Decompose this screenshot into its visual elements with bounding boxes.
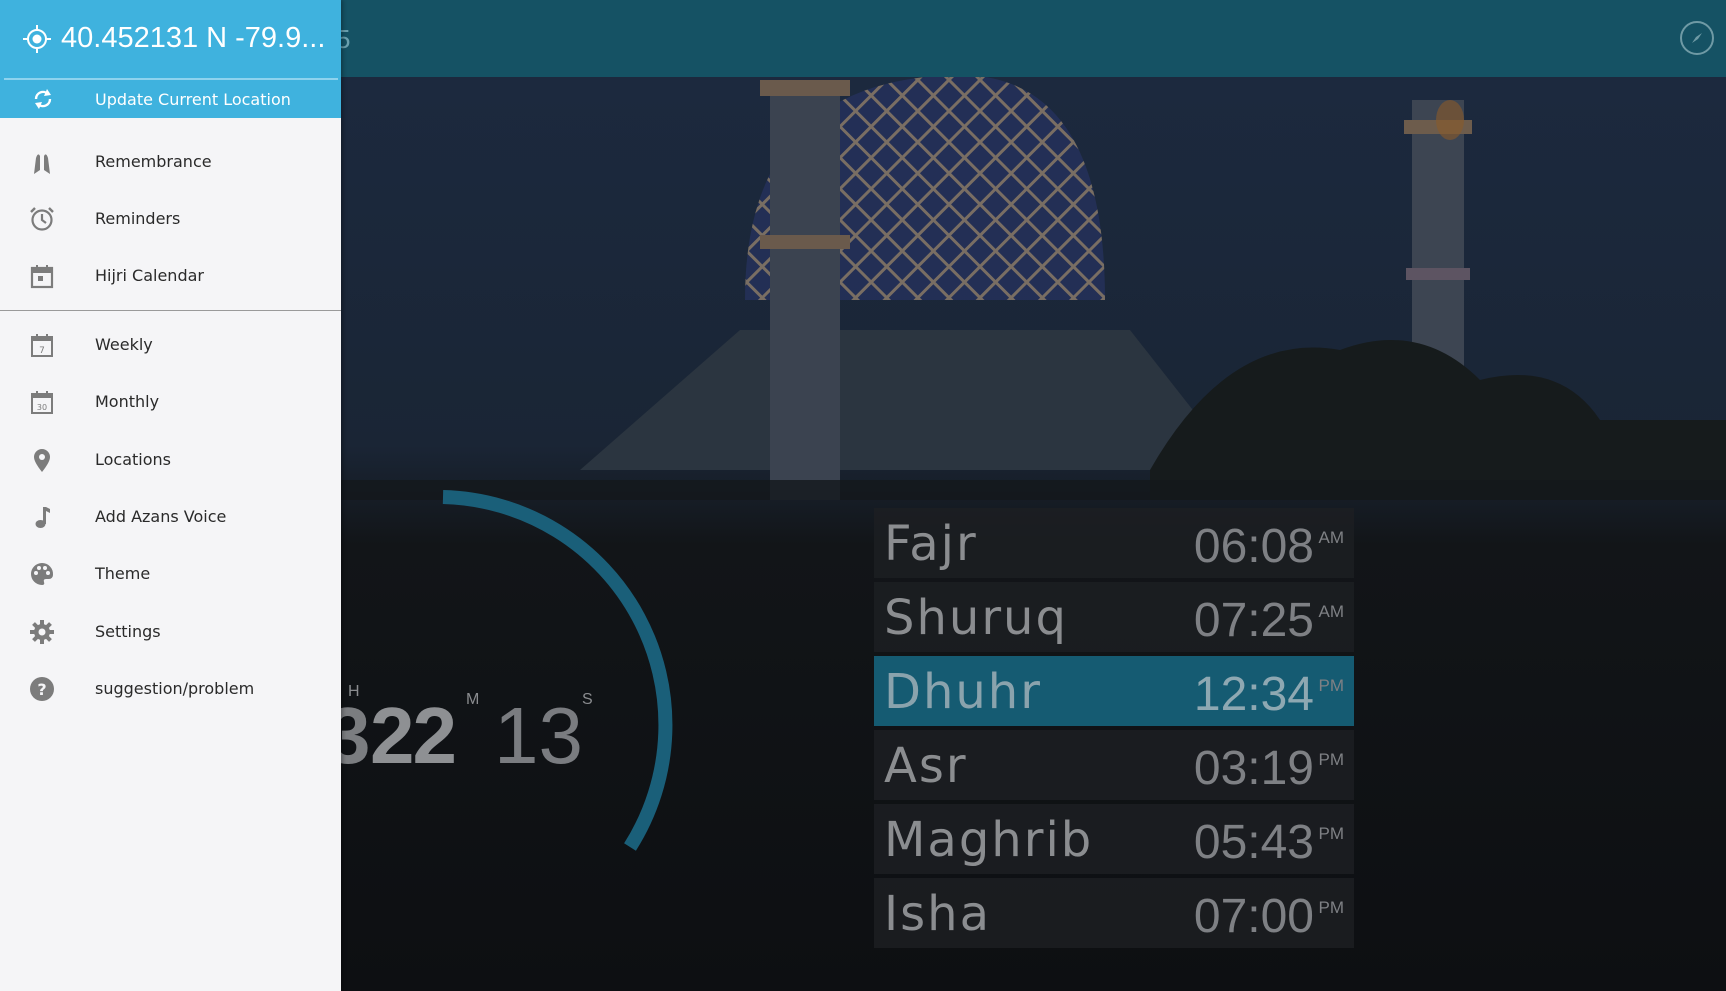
help-icon: ?	[30, 677, 54, 701]
menu-label: Monthly	[95, 392, 160, 411]
prayer-time: 03:19	[1193, 742, 1314, 795]
map-pin-icon	[34, 449, 50, 472]
menu-label: Reminders	[95, 209, 181, 228]
drawer-header: 40.452131 N -79.9... Update Current Loca…	[0, 0, 341, 118]
countdown-seconds: 13	[494, 691, 583, 780]
prayer-time: 12:34	[1193, 668, 1314, 721]
menu-item-remembrance[interactable]: Remembrance	[0, 134, 341, 190]
prayer-row-fajr[interactable]: Fajr 06:08 AM	[874, 508, 1354, 578]
prayer-row-asr[interactable]: Asr 03:19 PM	[874, 730, 1354, 800]
prayer-times-table: Fajr 06:08 AM Shuruq 07:25 AM Dhuhr 12:3…	[874, 508, 1354, 952]
compass-icon	[1692, 33, 1702, 43]
prayer-row-shuruq[interactable]: Shuruq 07:25 AM	[874, 582, 1354, 652]
prayer-name: Asr	[884, 738, 968, 794]
svg-text:7: 7	[39, 346, 45, 356]
location-coordinates: 40.452131 N -79.9...	[61, 22, 326, 54]
calendar-icon	[30, 265, 54, 289]
gps-target-icon	[23, 25, 51, 53]
countdown-hours-unit: H	[348, 683, 360, 700]
prayer-ampm: PM	[1318, 676, 1345, 695]
menu-item-reminders[interactable]: Reminders	[0, 191, 341, 247]
menu-item-settings[interactable]: Settings	[0, 604, 341, 660]
current-location[interactable]: 40.452131 N -79.9...	[0, 0, 341, 78]
calendar-7-icon: 7	[31, 334, 53, 357]
menu-label: Settings	[95, 622, 161, 641]
alarm-clock-icon	[30, 207, 54, 231]
prayer-name: Isha	[884, 886, 991, 942]
app-root: 5 3 H 22 M 13 S Fajr 06:08 AM Shuruq 07:…	[0, 0, 1726, 991]
menu-label: Hijri Calendar	[95, 266, 204, 285]
update-location-label: Update Current Location	[95, 90, 291, 109]
calendar-30-icon: 30	[31, 391, 53, 414]
drawer-divider	[0, 310, 341, 311]
countdown-minutes-unit: M	[466, 691, 480, 708]
menu-label: suggestion/problem	[95, 679, 255, 698]
menu-label: Add Azans Voice	[95, 507, 227, 526]
prayer-name: Shuruq	[884, 590, 1068, 646]
update-location-button[interactable]: Update Current Location	[0, 80, 341, 118]
menu-item-hijri-calendar[interactable]: Hijri Calendar	[0, 248, 341, 304]
menu-label: Weekly	[95, 335, 153, 354]
menu-item-suggestion-problem[interactable]: ? suggestion/problem	[0, 661, 341, 717]
prayer-ampm: PM	[1318, 824, 1345, 843]
prayer-ampm: PM	[1318, 750, 1345, 769]
menu-label: Locations	[95, 450, 172, 469]
svg-text:?: ?	[37, 680, 46, 699]
prayer-time: 07:00	[1193, 890, 1314, 943]
prayer-ampm: AM	[1318, 602, 1345, 621]
navigation-drawer: 40.452131 N -79.9... Update Current Loca…	[0, 0, 341, 991]
countdown-seconds-unit: S	[582, 691, 593, 708]
prayer-ampm: PM	[1318, 898, 1345, 917]
gear-icon	[30, 620, 54, 644]
menu-item-add-azans-voice[interactable]: Add Azans Voice	[0, 489, 341, 545]
prayer-time: 07:25	[1193, 594, 1314, 647]
menu-label: Remembrance	[95, 152, 212, 171]
menu-item-theme[interactable]: Theme	[0, 546, 341, 602]
menu-label: Theme	[95, 564, 151, 583]
prayer-name: Maghrib	[884, 812, 1094, 868]
palette-icon	[31, 562, 54, 585]
music-note-icon	[35, 507, 50, 528]
sync-icon	[34, 89, 52, 109]
menu-item-weekly[interactable]: 7 Weekly	[0, 317, 341, 373]
prayer-name: Dhuhr	[884, 664, 1042, 720]
menu-item-locations[interactable]: Locations	[0, 432, 341, 488]
prayer-time: 05:43	[1193, 816, 1314, 869]
hands-icon	[34, 154, 50, 174]
countdown-minutes: 22	[370, 691, 457, 780]
menu-item-monthly[interactable]: 30 Monthly	[0, 374, 341, 430]
prayer-ampm: AM	[1318, 528, 1345, 547]
prayer-row-isha[interactable]: Isha 07:00 PM	[874, 878, 1354, 948]
prayer-row-dhuhr[interactable]: Dhuhr 12:34 PM	[874, 656, 1354, 726]
compass-button[interactable]	[1680, 21, 1714, 55]
prayer-time: 06:08	[1193, 520, 1314, 573]
prayer-row-maghrib[interactable]: Maghrib 05:43 PM	[874, 804, 1354, 874]
prayer-name: Fajr	[884, 516, 978, 572]
svg-text:30: 30	[37, 403, 47, 412]
